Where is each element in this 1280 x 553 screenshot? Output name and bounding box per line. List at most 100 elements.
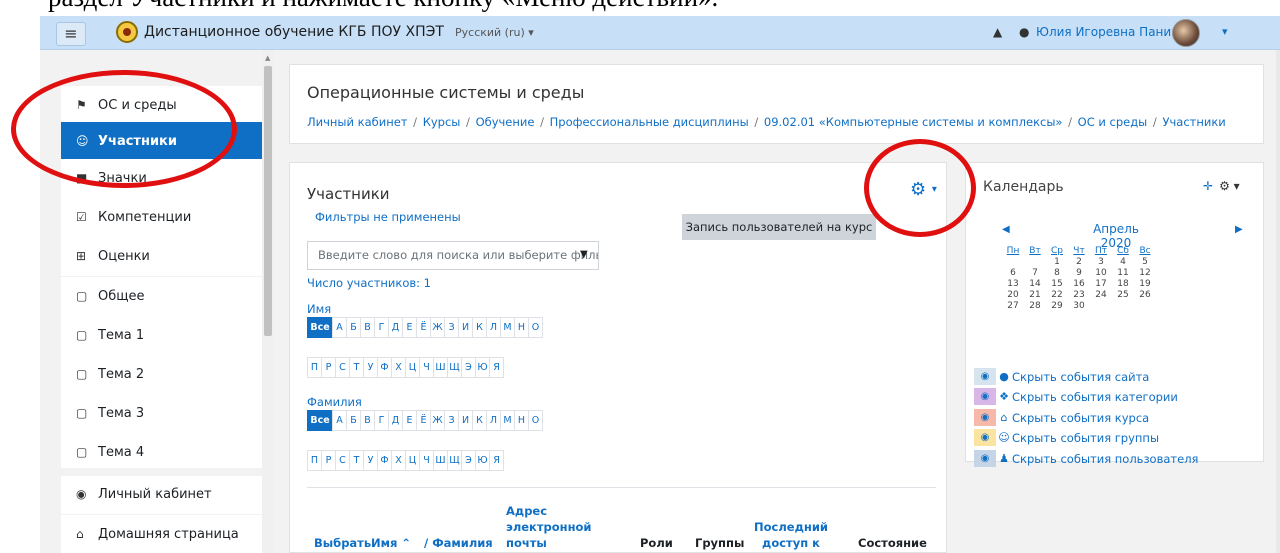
firstname-initial-button[interactable]: А xyxy=(332,317,347,338)
lastname-initial-button[interactable]: Х xyxy=(391,450,406,471)
breadcrumb-item[interactable]: Профессиональные дисциплины xyxy=(550,115,749,129)
lastname-initial-button[interactable]: Т xyxy=(349,450,364,471)
firstname-initial-button[interactable]: Ф xyxy=(377,357,392,378)
calendar-day[interactable]: 12 xyxy=(1134,268,1156,279)
lastname-initial-button[interactable]: К xyxy=(472,410,487,431)
sidebar-item-2[interactable]: ☺ Участники xyxy=(61,122,262,161)
firstname-initial-button[interactable]: Ш xyxy=(433,357,448,378)
lastname-initial-button[interactable]: П xyxy=(307,450,322,471)
lastname-initial-button[interactable]: Г xyxy=(374,410,389,431)
col-select[interactable]: Выбрать xyxy=(314,535,371,551)
firstname-initial-button[interactable]: Р xyxy=(321,357,336,378)
calendar-day[interactable]: 26 xyxy=(1134,290,1156,301)
firstname-all-button[interactable]: Все xyxy=(307,317,333,338)
calendar-day[interactable]: 16 xyxy=(1068,279,1090,290)
calendar-day[interactable]: 5 xyxy=(1134,257,1156,268)
breadcrumb-item[interactable]: Обучение xyxy=(476,115,535,129)
scroll-up-arrow-icon[interactable]: ▲ xyxy=(265,54,270,62)
lastname-initial-button[interactable]: Ц xyxy=(405,450,420,471)
search-input[interactable]: Введите слово для поиска или выберите фи… xyxy=(307,241,599,270)
sidebar-item-7[interactable]: ▢ Тема 1 xyxy=(61,316,262,355)
avatar[interactable] xyxy=(1172,19,1200,47)
calendar-day[interactable]: 23 xyxy=(1068,290,1090,301)
calendar-day[interactable]: 18 xyxy=(1112,279,1134,290)
calendar-day[interactable]: 17 xyxy=(1090,279,1112,290)
prev-month-icon[interactable]: ◀ xyxy=(1002,224,1010,235)
lastname-initial-button[interactable]: Б xyxy=(346,410,361,431)
breadcrumb-item[interactable]: 09.02.01 «Компьютерные системы и комплек… xyxy=(764,115,1063,129)
sidebar-item-11[interactable]: ◉ Личный кабинет xyxy=(61,475,262,514)
calendar-day[interactable]: 29 xyxy=(1046,301,1068,312)
actions-menu-button[interactable]: ⚙ ▾ xyxy=(910,179,937,200)
firstname-initial-button[interactable]: С xyxy=(335,357,350,378)
drawer-scroll-thumb[interactable] xyxy=(264,66,272,336)
sidebar-item-8[interactable]: ▢ Тема 2 xyxy=(61,355,262,394)
breadcrumb-item[interactable]: Курсы xyxy=(423,115,461,129)
site-title[interactable]: Дистанционное обучение КГБ ПОУ ХПЭТ xyxy=(144,24,444,40)
sidebar-item-5[interactable]: ⊞ Оценки xyxy=(61,237,262,276)
firstname-initial-button[interactable]: М xyxy=(500,317,515,338)
lastname-initial-button[interactable]: Ю xyxy=(475,450,490,471)
next-month-icon[interactable]: ▶ xyxy=(1235,224,1243,235)
calendar-legend-item[interactable]: ◉ ♟ Скрыть события пользователя xyxy=(974,450,1198,467)
calendar-day[interactable]: 4 xyxy=(1112,257,1134,268)
calendar-day[interactable]: 20 xyxy=(1002,290,1024,301)
sidebar-item-10[interactable]: ▢ Тема 4 xyxy=(61,433,262,472)
breadcrumb-item[interactable]: ОС и среды xyxy=(1078,115,1148,129)
calendar-day[interactable]: 27 xyxy=(1002,301,1024,312)
firstname-initial-button[interactable]: П xyxy=(307,357,322,378)
calendar-day[interactable]: 2 xyxy=(1068,257,1090,268)
sidebar-item-4[interactable]: ☑ Компетенции xyxy=(61,198,262,237)
col-surname[interactable]: / Фамилия xyxy=(424,535,493,551)
sidebar-item-3[interactable]: ■ Значки xyxy=(61,159,262,198)
firstname-initial-button[interactable]: Г xyxy=(374,317,389,338)
lastname-initial-button[interactable]: У xyxy=(363,450,378,471)
sidebar-item-12[interactable]: ⌂ Домашняя страница xyxy=(61,515,262,553)
move-icon[interactable]: ✛ xyxy=(1203,179,1213,193)
firstname-initial-button[interactable]: К xyxy=(472,317,487,338)
calendar-day[interactable]: 1 xyxy=(1046,257,1068,268)
page-scrollbar[interactable] xyxy=(1276,50,1280,553)
calendar-day[interactable]: 11 xyxy=(1112,268,1134,279)
lastname-initial-button[interactable]: Л xyxy=(486,410,501,431)
lastname-initial-button[interactable]: Ш xyxy=(433,450,448,471)
calendar-legend-item[interactable]: ◉ ❖ Скрыть события категории xyxy=(974,388,1178,405)
firstname-initial-button[interactable]: О xyxy=(528,317,543,338)
calendar-day[interactable]: 22 xyxy=(1046,290,1068,301)
firstname-initial-button[interactable]: З xyxy=(444,317,459,338)
lastname-initial-button[interactable]: О xyxy=(528,410,543,431)
user-name[interactable]: Юлия Игоревна Панина xyxy=(1036,25,1186,39)
dropdown-arrow-icon[interactable]: ▼ xyxy=(580,249,588,260)
lastname-initial-button[interactable]: С xyxy=(335,450,350,471)
calendar-legend-item[interactable]: ◉ ☺ Скрыть события группы xyxy=(974,429,1159,446)
calendar-day[interactable]: 6 xyxy=(1002,268,1024,279)
firstname-initial-button[interactable]: Д xyxy=(388,317,403,338)
lastname-initial-button[interactable]: Я xyxy=(489,450,504,471)
calendar-day[interactable]: 30 xyxy=(1068,301,1090,312)
firstname-initial-button[interactable]: У xyxy=(363,357,378,378)
lastname-initial-button[interactable]: И xyxy=(458,410,473,431)
lastname-initial-button[interactable]: Ж xyxy=(430,410,445,431)
breadcrumb-item[interactable]: Участники xyxy=(1162,115,1225,129)
firstname-initial-button[interactable]: Л xyxy=(486,317,501,338)
calendar-day[interactable]: 15 xyxy=(1046,279,1068,290)
lastname-initial-button[interactable]: А xyxy=(332,410,347,431)
calendar-day[interactable]: 24 xyxy=(1090,290,1112,301)
lastname-initial-button[interactable]: М xyxy=(500,410,515,431)
lastname-initial-button[interactable]: Ф xyxy=(377,450,392,471)
calendar-day[interactable]: 10 xyxy=(1090,268,1112,279)
lastname-initial-button[interactable]: Е xyxy=(402,410,417,431)
calendar-day[interactable]: 9 xyxy=(1068,268,1090,279)
lastname-initial-button[interactable]: Ё xyxy=(416,410,431,431)
firstname-initial-button[interactable]: Ч xyxy=(419,357,434,378)
firstname-initial-button[interactable]: И xyxy=(458,317,473,338)
firstname-initial-button[interactable]: Щ xyxy=(447,357,462,378)
gear-icon[interactable]: ⚙ ▾ xyxy=(1219,179,1240,193)
lastname-initial-button[interactable]: З xyxy=(444,410,459,431)
lastname-initial-button[interactable]: Н xyxy=(514,410,529,431)
enrol-users-button[interactable]: Запись пользователей на курс xyxy=(682,214,876,240)
firstname-initial-button[interactable]: Э xyxy=(461,357,476,378)
sidebar-item-6[interactable]: ▢ Общее xyxy=(61,277,262,316)
lastname-initial-button[interactable]: Д xyxy=(388,410,403,431)
caret-down-icon[interactable]: ▾ xyxy=(1222,25,1228,38)
